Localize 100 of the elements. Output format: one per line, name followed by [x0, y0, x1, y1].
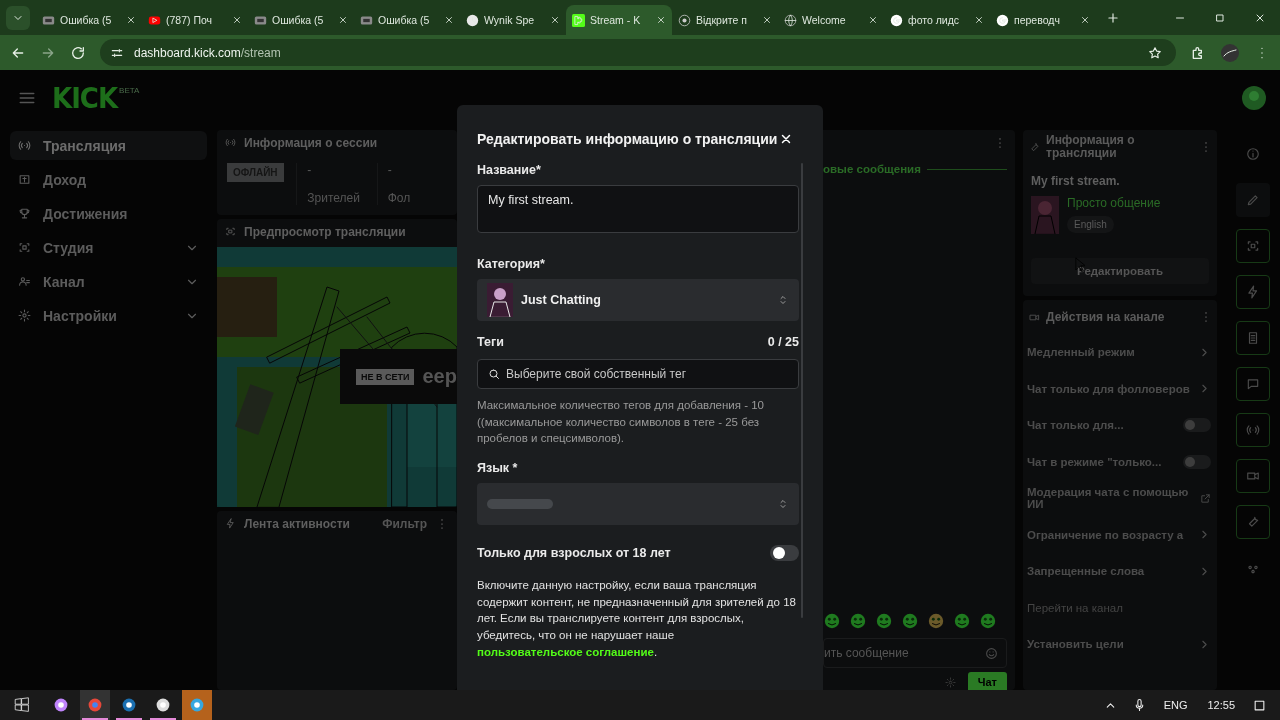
toggle-switch[interactable]	[770, 545, 799, 561]
action-label: Чат только для фолловеров	[1027, 382, 1191, 395]
hd-icon	[42, 13, 55, 27]
tab-list-button[interactable]	[6, 5, 30, 30]
globe-icon	[784, 13, 797, 27]
url-text: dashboard.kick.com/stream	[134, 45, 281, 60]
field-label: Язык *	[477, 461, 519, 475]
close-icon[interactable]	[550, 15, 560, 25]
hd-icon	[254, 13, 267, 27]
title-field[interactable]: My first stream.	[477, 185, 799, 233]
user-avatar[interactable]	[1242, 85, 1266, 110]
pencil-icon	[1245, 193, 1260, 207]
tags-hint: Максимальное количество тегов для добавления - 10 ((максимальное количество символов в теге - 25 без пробелов и спецсимволов).	[477, 398, 765, 447]
close-icon[interactable]	[444, 15, 454, 25]
star-icon[interactable]	[1148, 45, 1162, 60]
bolt-icon	[225, 518, 236, 529]
action-label: Модерация чата с помощью ИИ	[1027, 486, 1190, 511]
browser-tab[interactable]: Ошибка (5	[354, 5, 460, 35]
panel-title: Информация о трансляции	[1046, 134, 1136, 160]
bolt-icon	[1245, 285, 1260, 299]
emote-icon[interactable]	[849, 612, 867, 630]
panel-title: Информация о сессии	[244, 135, 378, 150]
reload-icon[interactable]	[70, 44, 86, 61]
browser-tab[interactable]: Welcome	[778, 5, 884, 35]
close-icon[interactable]	[1080, 15, 1090, 25]
browser-tab[interactable]: фото лидс	[884, 5, 990, 35]
close-icon[interactable]	[779, 132, 793, 146]
adult-content-label: Только для взрослых от 18 лет	[477, 546, 671, 560]
studio-icon	[1245, 239, 1260, 253]
action-label: Чат в режиме "только...	[1027, 455, 1163, 468]
toolbar-button[interactable]	[1235, 321, 1270, 355]
adult-content-description: Включите данную настройку, если ваша трансляция содержит контент, не предназначенный для зрителей до 18 лет. Если вы транслируете контент для взрослых, убедитесь, что он не нарушает наше пользовательское соглашение.	[477, 578, 797, 660]
browser-tab[interactable]: (787) Поч	[142, 5, 248, 35]
search-icon	[488, 368, 500, 380]
panel-title: Действия на канале	[1046, 310, 1166, 324]
scrollbar[interactable]	[801, 163, 803, 618]
tag-search-field[interactable]: Выберите свой собственный тег	[477, 359, 799, 389]
browser-tab[interactable]: Wynik Spe	[460, 5, 566, 35]
close-icon[interactable]	[762, 15, 772, 25]
browser-tab[interactable]: переводч	[990, 5, 1096, 35]
sidebar-item[interactable]: Трансляция	[10, 131, 207, 160]
profile-avatar[interactable]	[1220, 42, 1240, 63]
studio-icon	[18, 241, 31, 254]
emote-icon[interactable]	[901, 612, 919, 630]
browser-tab[interactable]: Ошибка (5	[36, 5, 142, 35]
close-icon[interactable]	[868, 15, 878, 25]
channel-icon	[18, 275, 31, 288]
emote-icon[interactable]	[927, 612, 945, 630]
stream-title: My first stream.	[1031, 174, 1121, 188]
input-language[interactable]: ENG	[1163, 699, 1188, 711]
sort-arrows-icon	[777, 498, 789, 510]
field-label: Категория*	[477, 257, 546, 271]
close-icon[interactable]	[232, 15, 242, 25]
overlay-text: eep	[422, 365, 457, 388]
video-camera-icon	[1245, 469, 1260, 483]
wallet-icon	[18, 173, 31, 186]
new-messages-divider: овые сообщения	[823, 163, 921, 175]
address-field[interactable]: dashboard.kick.com/stream	[100, 39, 1176, 66]
action-label: Установить цели	[1027, 638, 1125, 651]
language-tag: English	[1067, 216, 1114, 233]
offline-badge: НЕ В СЕТИ	[356, 368, 415, 385]
panel-title: Предпросмотр трансляции	[244, 224, 406, 239]
sort-arrows-icon	[777, 294, 789, 306]
trophy-icon	[18, 207, 31, 220]
toggle-switch[interactable]	[1183, 454, 1211, 469]
stat-value: -	[307, 163, 313, 177]
maximize-icon[interactable]	[1214, 11, 1226, 24]
broadcast-icon	[18, 139, 31, 152]
stat-value: -	[387, 163, 393, 177]
emote-icon[interactable]	[979, 612, 997, 630]
clock[interactable]: 12:55	[1207, 699, 1235, 711]
emoji-icon[interactable]	[985, 646, 998, 660]
settings-icon	[18, 309, 31, 322]
beta-label: BETA	[119, 86, 140, 95]
toggle-switch[interactable]	[1183, 418, 1211, 433]
close-icon[interactable]	[974, 15, 984, 25]
browser-tab[interactable]: Відкрите п	[672, 5, 778, 35]
chat-send-button[interactable]: Чат	[967, 672, 1007, 690]
play-icon	[148, 13, 161, 27]
browser-tab[interactable]: Ошибка (5	[248, 5, 354, 35]
windows-start-icon[interactable]	[14, 697, 30, 713]
panel-title: Лента активности	[244, 516, 350, 531]
notifications-icon[interactable]	[1253, 698, 1266, 712]
ring-icon	[678, 13, 691, 27]
hd-icon	[360, 13, 373, 27]
external-link-icon[interactable]	[1200, 492, 1211, 504]
action-label: Чат только для...	[1027, 419, 1125, 432]
broadcast-icon	[1245, 423, 1260, 437]
browser-tab[interactable]: Stream - K	[566, 5, 672, 35]
close-icon[interactable]	[126, 15, 136, 25]
emote-icon[interactable]	[953, 612, 971, 630]
emote-icon[interactable]	[823, 612, 841, 630]
category-select[interactable]: Just Chatting	[477, 279, 799, 321]
close-icon[interactable]	[338, 15, 348, 25]
new-tab-icon[interactable]	[1106, 10, 1120, 25]
studio-icon	[225, 226, 236, 237]
app-icon	[189, 697, 205, 713]
emote-icon[interactable]	[875, 612, 893, 630]
app-icon	[87, 697, 103, 713]
user-agreement-link[interactable]: пользовательское соглашение	[477, 645, 654, 658]
